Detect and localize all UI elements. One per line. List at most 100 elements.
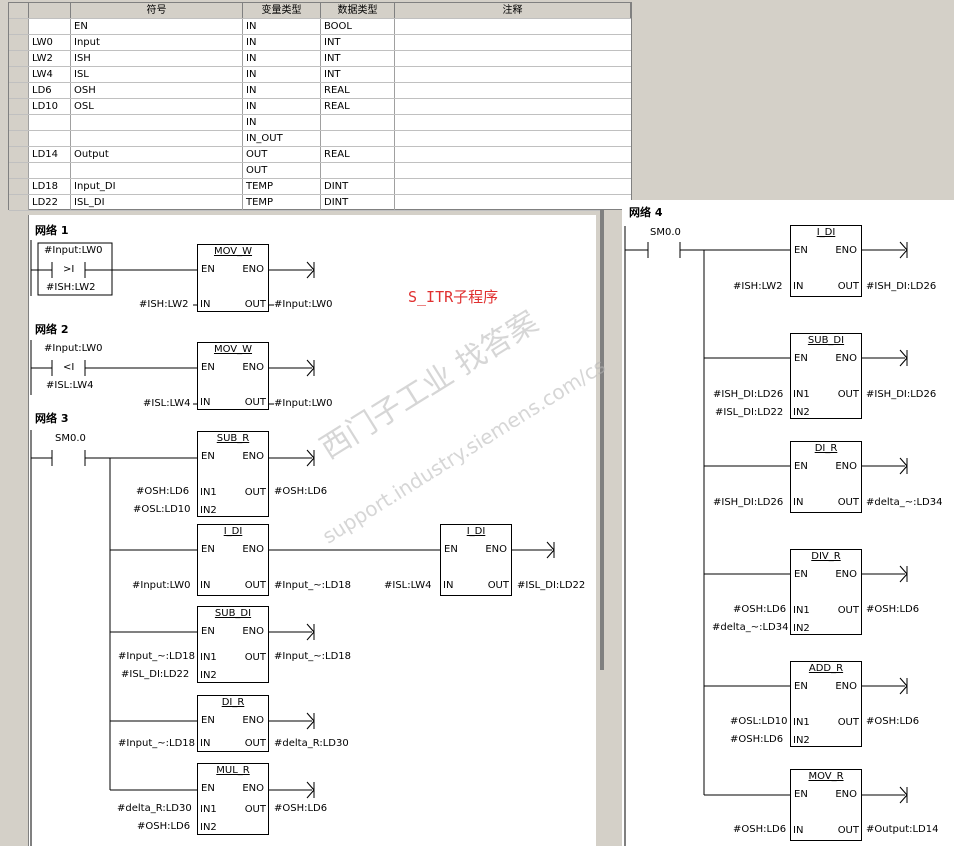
eno-pin: ENO	[835, 461, 857, 472]
en-pin: EN	[794, 461, 808, 472]
in2-pin: IN2	[793, 735, 810, 746]
net3-di-r-out[interactable]: #delta_R:LD30	[274, 738, 349, 749]
in2-pin: IN2	[200, 670, 217, 681]
net3-di-r-in[interactable]: #Input_~:LD18	[118, 738, 195, 749]
out-pin: OUT	[837, 497, 859, 508]
en-pin: EN	[201, 783, 215, 794]
net3-di-r-block[interactable]: DI_R EN ENO IN OUT	[197, 695, 269, 752]
in2-pin: IN2	[200, 822, 217, 833]
network-4-title[interactable]: 网络 4	[629, 204, 662, 220]
block-name: ADD_R	[808, 663, 844, 674]
network-3-title[interactable]: 网络 3	[35, 410, 68, 426]
net3-i-di2-in[interactable]: #ISL:LW4	[384, 580, 432, 591]
net3-i-di-block-1[interactable]: I_DI EN ENO IN OUT	[197, 524, 269, 596]
net4-div-r-in1[interactable]: #OSH:LD6	[733, 604, 786, 615]
en-pin: EN	[794, 569, 808, 580]
net3-i-di1-in[interactable]: #Input:LW0	[132, 580, 191, 591]
net4-add-r-block[interactable]: ADD_R EN ENO IN1 IN2 OUT	[790, 661, 862, 747]
in1-pin: IN1	[200, 652, 217, 663]
program-title: S_ITR子程序	[408, 288, 499, 306]
eno-pin: ENO	[242, 626, 264, 637]
net4-di-r-block[interactable]: DI_R EN ENO IN OUT	[790, 441, 862, 513]
en-pin: EN	[201, 715, 215, 726]
net1-contact-operand[interactable]: #Input:LW0	[44, 245, 103, 256]
net4-di-r-out[interactable]: #delta_~:LD34	[866, 497, 942, 508]
eno-pin: ENO	[242, 544, 264, 555]
net1-mov-w-block[interactable]: MOV_W EN ENO IN OUT	[197, 244, 269, 312]
net2-contact-operand[interactable]: #Input:LW0	[44, 343, 103, 354]
net3-sub-r-in1[interactable]: #OSH:LD6	[136, 486, 189, 497]
out-pin: OUT	[244, 804, 266, 815]
net2-in-operand[interactable]: #ISL:LW4	[143, 398, 191, 409]
net4-add-r-in1[interactable]: #OSL:LD10	[730, 716, 788, 727]
eno-pin: ENO	[485, 544, 507, 555]
out-pin: OUT	[244, 397, 266, 408]
net3-mul-r-in2[interactable]: #OSH:LD6	[137, 821, 190, 832]
net1-out-operand[interactable]: #Input:LW0	[274, 299, 333, 310]
out-pin: OUT	[244, 738, 266, 749]
net3-mul-r-out[interactable]: #OSH:LD6	[274, 803, 327, 814]
net3-contact-operand[interactable]: SM0.0	[55, 433, 86, 444]
net3-mul-r-block[interactable]: MUL_R EN ENO IN1 IN2 OUT	[197, 763, 269, 835]
net4-sub-di-in1[interactable]: #ISH_DI:LD26	[713, 389, 783, 400]
net2-out-operand[interactable]: #Input:LW0	[274, 398, 333, 409]
in-pin: IN	[200, 738, 211, 749]
net4-add-r-in2[interactable]: #OSH:LD6	[730, 734, 783, 745]
network-2-title[interactable]: 网络 2	[35, 321, 68, 337]
net3-sub-r-out[interactable]: #OSH:LD6	[274, 486, 327, 497]
net4-mov-r-block[interactable]: MOV_R EN ENO IN OUT	[790, 769, 862, 841]
block-name: MOV_W	[213, 246, 253, 257]
net4-div-r-out[interactable]: #OSH:LD6	[866, 604, 919, 615]
eno-pin: ENO	[242, 451, 264, 462]
net4-add-r-out[interactable]: #OSH:LD6	[866, 716, 919, 727]
out-pin: OUT	[837, 717, 859, 728]
out-pin: OUT	[837, 825, 859, 836]
net4-sub-di-block[interactable]: SUB_DI EN ENO IN1 IN2 OUT	[790, 333, 862, 419]
net3-sub-di-block[interactable]: SUB_DI EN ENO IN1 IN2 OUT	[197, 606, 269, 683]
net4-div-r-block[interactable]: DIV_R EN ENO IN1 IN2 OUT	[790, 549, 862, 635]
net1-compare-symbol[interactable]: >I	[63, 264, 74, 275]
out-pin: OUT	[244, 487, 266, 498]
net4-sub-di-out[interactable]: #ISH_DI:LD26	[866, 389, 936, 400]
net2-mov-w-block[interactable]: MOV_W EN ENO IN OUT	[197, 342, 269, 410]
block-name: DI_R	[221, 697, 245, 708]
net4-di-r-in[interactable]: #ISH_DI:LD26	[713, 497, 783, 508]
in1-pin: IN1	[200, 487, 217, 498]
net4-contact-operand[interactable]: SM0.0	[650, 227, 681, 238]
net3-i-di1-out[interactable]: #Input_~:LD18	[274, 580, 351, 591]
net3-i-di2-out[interactable]: #ISL_DI:LD22	[517, 580, 585, 591]
net2-compare-symbol[interactable]: <I	[63, 362, 74, 373]
in1-pin: IN1	[793, 389, 810, 400]
net3-sub-di-in2[interactable]: #ISL_DI:LD22	[121, 669, 189, 680]
net4-i-di-out[interactable]: #ISH_DI:LD26	[866, 281, 936, 292]
out-pin: OUT	[244, 299, 266, 310]
net4-mov-r-in[interactable]: #OSH:LD6	[733, 824, 786, 835]
net3-i-di-block-2[interactable]: I_DI EN ENO IN OUT	[440, 524, 512, 596]
net4-mov-r-out[interactable]: #Output:LD14	[866, 824, 938, 835]
net1-in-operand[interactable]: #ISH:LW2	[139, 299, 188, 310]
block-name: SUB_DI	[807, 335, 845, 346]
in1-pin: IN1	[793, 717, 810, 728]
block-name: MUL_R	[216, 765, 250, 776]
net4-i-di-block[interactable]: I_DI EN ENO IN OUT	[790, 225, 862, 297]
net3-mul-r-in1[interactable]: #delta_R:LD30	[117, 803, 192, 814]
block-name: SUB_R	[216, 433, 250, 444]
net1-compare-operand[interactable]: #ISH:LW2	[46, 282, 95, 293]
network-1-title[interactable]: 网络 1	[35, 222, 68, 238]
in1-pin: IN1	[793, 605, 810, 616]
en-pin: EN	[794, 245, 808, 256]
net4-i-di-in[interactable]: #ISH:LW2	[733, 281, 782, 292]
block-name: MOV_W	[213, 344, 253, 355]
net3-sub-di-in1[interactable]: #Input_~:LD18	[118, 651, 195, 662]
en-pin: EN	[201, 264, 215, 275]
net3-sub-di-out[interactable]: #Input_~:LD18	[274, 651, 351, 662]
net3-sub-r-block[interactable]: SUB_R EN ENO IN1 IN2 OUT	[197, 431, 269, 517]
net4-div-r-in2[interactable]: #delta_~:LD34	[712, 622, 788, 633]
net4-sub-di-in2[interactable]: #ISL_DI:LD22	[715, 407, 783, 418]
in-pin: IN	[793, 497, 804, 508]
in2-pin: IN2	[793, 407, 810, 418]
net3-sub-r-in2[interactable]: #OSL:LD10	[133, 504, 191, 515]
net2-compare-operand[interactable]: #ISL:LW4	[46, 380, 94, 391]
en-pin: EN	[201, 362, 215, 373]
block-name: MOV_R	[808, 771, 844, 782]
